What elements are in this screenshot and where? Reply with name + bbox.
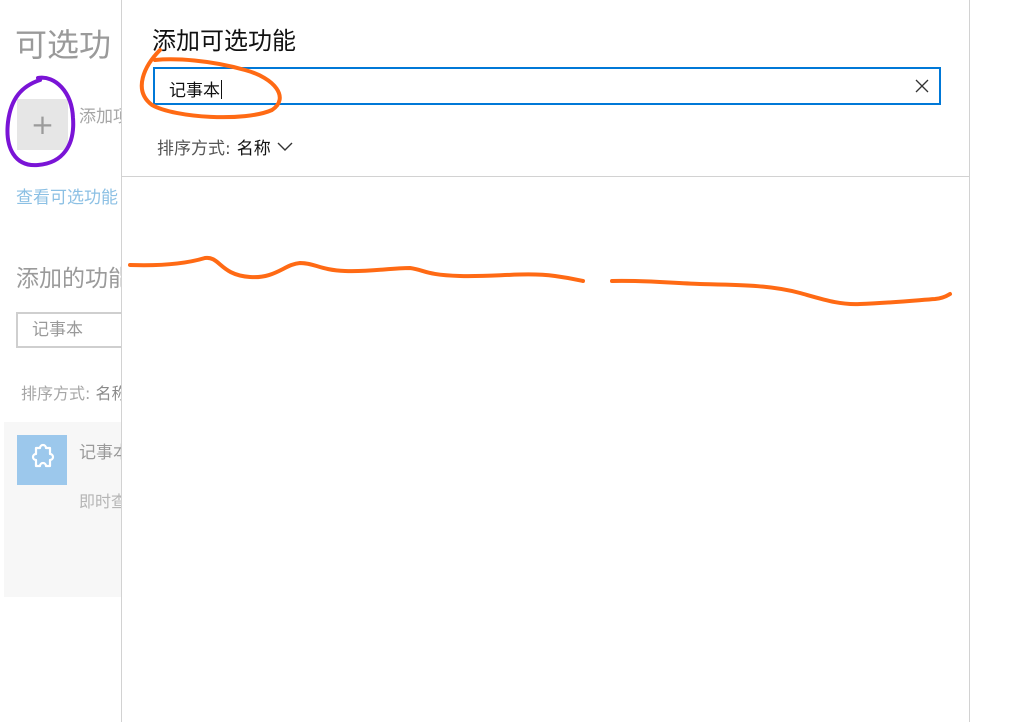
text-caret [221,80,222,99]
puzzle-piece-icon [17,435,67,485]
puzzle-piece-icon-graphic [31,443,55,468]
feature-search-input[interactable]: 记事本 [153,67,941,105]
dialog-title: 添加可选功能 [152,27,296,55]
installed-sort-control[interactable]: 排序方式: 名称 [21,380,128,404]
installed-features-heading: 添加的功能 [16,266,131,292]
search-input-value: 记事本 [169,81,220,101]
divider [122,176,969,177]
page-title: 可选功 [15,26,112,64]
add-optional-feature-dialog: 添加可选功能 记事本 排序方式: 名称 [121,0,970,722]
feature-status: 即时查 [79,492,128,511]
sort-dropdown[interactable]: 排序方式: 名称 [157,134,293,159]
plus-icon: + [30,107,55,141]
add-feature-tile[interactable]: + [17,99,68,150]
view-optional-features-link[interactable]: 查看可选功能 [16,183,118,208]
sort-label: 排序方式: [157,139,231,159]
close-icon[interactable] [913,77,931,95]
sort-label: 排序方式: [21,384,96,403]
sort-value: 名称 [236,139,271,159]
chevron-down-icon [277,142,293,151]
